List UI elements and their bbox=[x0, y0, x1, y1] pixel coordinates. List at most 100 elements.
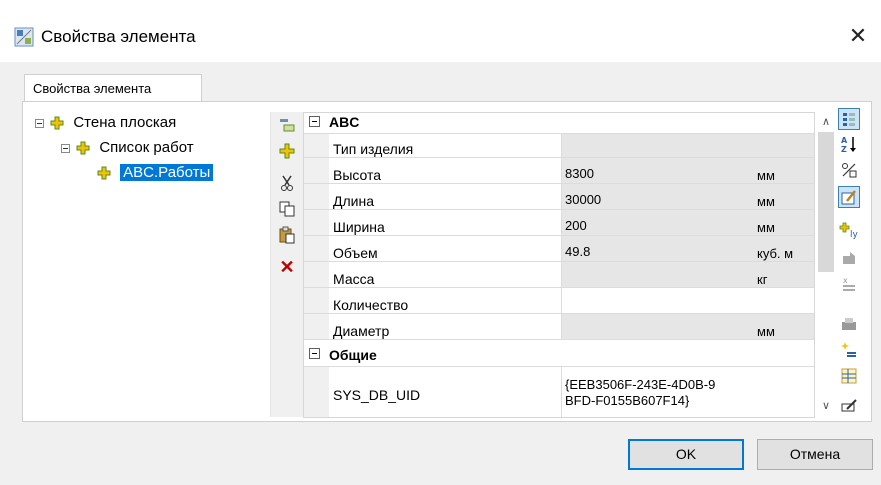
tree-node[interactable]: ABC.Работы bbox=[97, 162, 214, 184]
add-element-icon[interactable] bbox=[278, 142, 296, 160]
property-row[interactable]: Тип изделия bbox=[304, 134, 814, 158]
scroll-down-icon[interactable]: ∨ bbox=[818, 398, 834, 414]
property-value-cell[interactable] bbox=[562, 134, 814, 157]
scrollbar-thumb[interactable] bbox=[818, 132, 834, 272]
property-unit: мм bbox=[757, 324, 775, 339]
property-unit: куб. м bbox=[757, 246, 794, 261]
property-value-cell[interactable]: мм bbox=[562, 314, 814, 339]
element-node-icon bbox=[50, 116, 64, 130]
property-name: Тип изделия bbox=[330, 134, 562, 157]
properties-app-icon bbox=[14, 27, 34, 47]
property-row[interactable]: Диаметр мм bbox=[304, 314, 814, 340]
paste-icon[interactable] bbox=[278, 226, 296, 244]
sort-az-icon[interactable]: AZ bbox=[838, 134, 860, 156]
property-name: SYS_DB_UID bbox=[330, 367, 562, 417]
svg-text:A: A bbox=[841, 136, 848, 145]
property-name: Масса bbox=[330, 262, 562, 287]
collapse-toggle-icon[interactable] bbox=[35, 118, 44, 128]
cancel-button[interactable]: Отмена bbox=[757, 439, 873, 470]
row-gutter bbox=[304, 158, 329, 183]
cut-icon[interactable] bbox=[278, 174, 296, 192]
property-row[interactable]: Высота 8300 мм bbox=[304, 158, 814, 184]
tab-element-properties[interactable]: Свойства элемента bbox=[24, 74, 202, 102]
remove-property-icon[interactable]: x bbox=[838, 274, 860, 296]
row-gutter bbox=[304, 288, 329, 313]
element-node-icon bbox=[97, 166, 111, 180]
ok-button[interactable]: OK bbox=[628, 439, 744, 470]
title-bar: Свойства элемента ✕ bbox=[0, 0, 881, 62]
property-unit: мм bbox=[757, 168, 775, 183]
row-gutter bbox=[304, 314, 329, 339]
collapse-category-icon[interactable] bbox=[309, 348, 320, 359]
category-label: Общие bbox=[329, 347, 377, 363]
property-value: 200 bbox=[565, 218, 587, 233]
row-gutter bbox=[304, 262, 329, 287]
property-value-cell[interactable]: {EEB3506F-243E-4D0B-9 BFD-F0155B607F14} bbox=[562, 367, 814, 417]
property-value-line: BFD-F0155B607F14} bbox=[565, 393, 690, 408]
property-name: Диаметр bbox=[330, 314, 562, 339]
categorized-icon[interactable] bbox=[838, 108, 860, 130]
svg-text:Z: Z bbox=[841, 145, 847, 154]
new-property-icon[interactable] bbox=[838, 340, 860, 362]
row-gutter bbox=[304, 134, 329, 157]
property-value-cell[interactable]: кг bbox=[562, 262, 814, 287]
property-grid: ABC Тип изделия Высота 8300 мм Длина 300… bbox=[303, 112, 815, 418]
scroll-up-icon[interactable]: ∧ bbox=[818, 114, 834, 130]
property-value: 30000 bbox=[565, 192, 602, 207]
category-label: ABC bbox=[329, 114, 360, 130]
property-row[interactable]: Количество bbox=[304, 288, 814, 314]
tree-node[interactable]: Список работ bbox=[61, 137, 194, 159]
right-toolbar: AZ ly x bbox=[838, 108, 860, 420]
collapse-category-icon[interactable] bbox=[309, 116, 320, 127]
tree-node-label-selected: ABC.Работы bbox=[120, 164, 214, 181]
print-icon[interactable] bbox=[838, 314, 860, 336]
property-name: Ширина bbox=[330, 210, 562, 235]
tree-node-label: Стена плоская bbox=[73, 114, 177, 131]
property-name: Объем bbox=[330, 236, 562, 261]
property-row[interactable]: Ширина 200 мм bbox=[304, 210, 814, 236]
row-gutter bbox=[304, 367, 329, 417]
property-value-cell[interactable]: 49.8 куб. м bbox=[562, 236, 814, 261]
property-name: Длина bbox=[330, 184, 562, 209]
property-value-cell[interactable] bbox=[562, 288, 814, 313]
tree-node-label: Список работ bbox=[99, 139, 194, 156]
property-row[interactable]: Масса кг bbox=[304, 262, 814, 288]
property-name: Высота bbox=[330, 158, 562, 183]
svg-text:ly: ly bbox=[850, 230, 859, 240]
edit-property-icon[interactable] bbox=[838, 186, 860, 208]
percent-icon[interactable] bbox=[838, 160, 860, 182]
property-unit: кг bbox=[757, 272, 768, 287]
close-button[interactable]: ✕ bbox=[846, 24, 870, 48]
add-child-icon[interactable] bbox=[278, 116, 296, 134]
window-title: Свойства элемента bbox=[41, 27, 196, 46]
property-value-cell[interactable]: 30000 мм bbox=[562, 184, 814, 209]
row-gutter bbox=[304, 236, 329, 261]
add-property-icon[interactable]: ly bbox=[838, 220, 860, 242]
property-value-line: {EEB3506F-243E-4D0B-9 bbox=[565, 377, 716, 392]
vertical-scrollbar[interactable]: ∧ ∨ bbox=[816, 112, 836, 418]
property-value-cell[interactable]: 8300 мм bbox=[562, 158, 814, 183]
property-unit: мм bbox=[757, 194, 775, 209]
row-gutter bbox=[304, 210, 329, 235]
property-name: Количество bbox=[330, 288, 562, 313]
svg-text:x: x bbox=[843, 276, 848, 285]
copy-icon[interactable] bbox=[278, 200, 296, 218]
category-row-general[interactable]: Общие bbox=[304, 340, 814, 367]
property-row[interactable]: SYS_DB_UID {EEB3506F-243E-4D0B-9 BFD-F01… bbox=[304, 367, 814, 417]
edit-notes-icon[interactable] bbox=[838, 394, 860, 416]
category-row-abc[interactable]: ABC bbox=[304, 113, 814, 134]
property-value: 8300 bbox=[565, 166, 594, 181]
element-node-icon bbox=[76, 141, 90, 155]
delete-icon[interactable]: ✕ bbox=[278, 258, 296, 276]
table-icon[interactable] bbox=[838, 366, 860, 388]
property-icon[interactable] bbox=[838, 248, 860, 270]
tree-node[interactable]: Стена плоская bbox=[35, 112, 176, 134]
property-row[interactable]: Объем 49.8 куб. м bbox=[304, 236, 814, 262]
property-value-cell[interactable]: 200 мм bbox=[562, 210, 814, 235]
element-tree: Стена плоская Список работ ABC.Работы bbox=[35, 112, 260, 412]
property-unit: мм bbox=[757, 220, 775, 235]
left-toolbar: ✕ bbox=[270, 112, 304, 417]
property-value: 49.8 bbox=[565, 244, 591, 259]
collapse-toggle-icon[interactable] bbox=[61, 143, 70, 153]
property-row[interactable]: Длина 30000 мм bbox=[304, 184, 814, 210]
